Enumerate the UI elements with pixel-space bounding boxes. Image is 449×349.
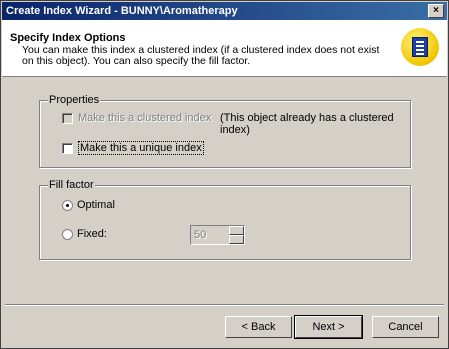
clustered-index-note: (This object already has a clustered ind… <box>220 112 394 136</box>
wizard-index-icon <box>401 28 439 66</box>
page-title: Specify Index Options <box>10 32 126 44</box>
wizard-header: Specify Index Options You can make this … <box>2 20 447 77</box>
next-button[interactable]: Next > <box>294 315 363 339</box>
optimal-radio[interactable] <box>62 199 73 211</box>
properties-group: Properties Make this a clustered index (… <box>39 94 411 168</box>
spinner-buttons <box>229 226 244 244</box>
clustered-index-checkbox[interactable] <box>62 112 73 124</box>
spin-down-button[interactable] <box>229 235 244 244</box>
unique-index-label[interactable]: Make this a unique index <box>78 141 204 155</box>
optimal-row: Optimal <box>62 199 115 211</box>
unique-index-checkbox[interactable] <box>62 142 73 154</box>
page-description: You can make this index a clustered inde… <box>22 44 380 67</box>
back-button[interactable]: < Back <box>225 316 292 338</box>
unique-index-row: Make this a unique index <box>62 141 204 155</box>
clustered-index-row: Make this a clustered index <box>62 112 211 124</box>
document-icon <box>412 37 428 57</box>
fill-factor-legend: Fill factor <box>48 179 95 191</box>
fill-factor-group: Fill factor Optimal Fixed: 50 <box>39 179 411 260</box>
fill-factor-spinner[interactable]: 50 <box>190 225 245 245</box>
create-index-wizard-window: Create Index Wizard - BUNNY\Aromatherapy… <box>0 0 449 349</box>
fill-factor-value: 50 <box>194 229 207 241</box>
fixed-label[interactable]: Fixed: <box>77 228 107 240</box>
fixed-row: Fixed: <box>62 228 107 240</box>
footer-divider <box>5 304 444 306</box>
close-icon: × <box>433 5 439 16</box>
close-button[interactable]: × <box>428 4 444 18</box>
clustered-note-row: (This object already has a clustered ind… <box>220 112 410 136</box>
clustered-index-label: Make this a clustered index <box>78 112 212 124</box>
spin-up-button[interactable] <box>229 226 244 235</box>
window-title: Create Index Wizard - BUNNY\Aromatherapy <box>6 5 238 17</box>
fixed-radio[interactable] <box>62 228 73 240</box>
title-bar: Create Index Wizard - BUNNY\Aromatherapy… <box>2 2 447 20</box>
optimal-label[interactable]: Optimal <box>77 199 115 211</box>
properties-legend: Properties <box>48 94 101 106</box>
cancel-button[interactable]: Cancel <box>372 316 439 338</box>
